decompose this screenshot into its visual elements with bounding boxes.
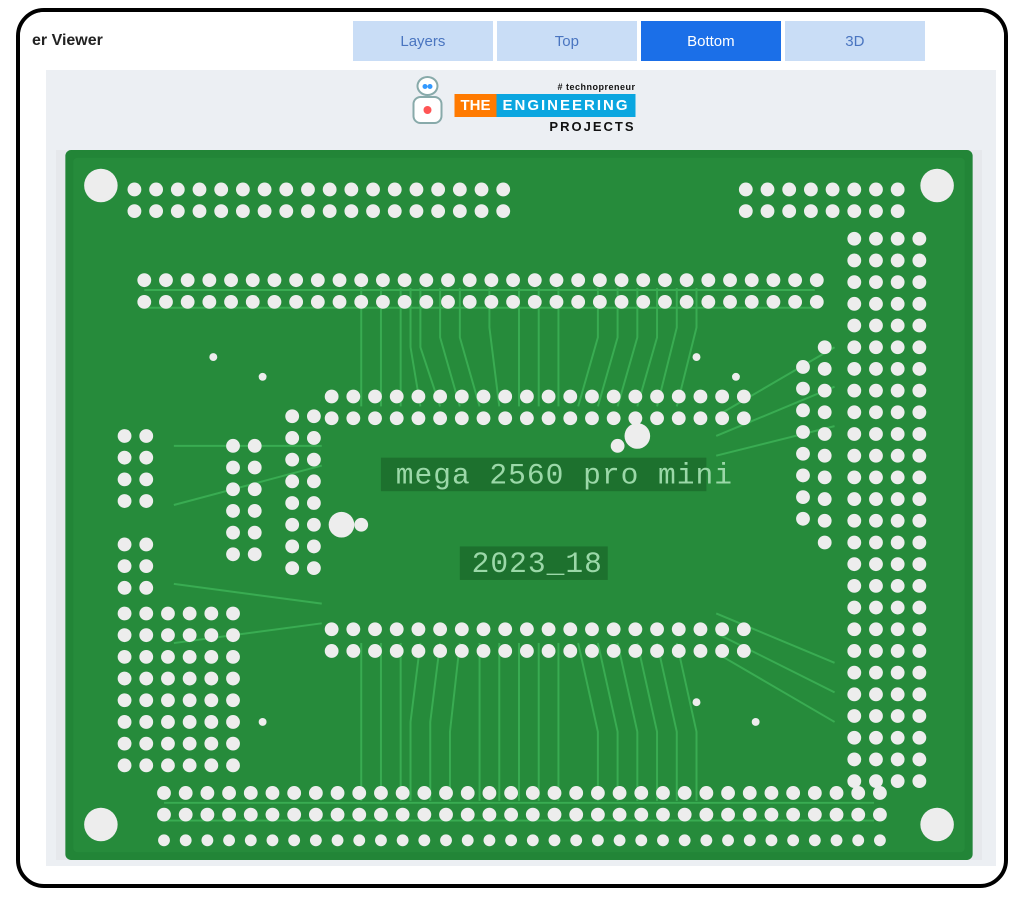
pcb-svg: mega 2560 pro mini 2023_18: [56, 150, 982, 860]
logo-tagline: # technopreneur: [557, 82, 635, 92]
silk-line-2: 2023_18: [472, 547, 603, 581]
tab-top[interactable]: Top: [497, 21, 637, 61]
logo-word-projects: PROJECTS: [549, 119, 635, 134]
tab-bottom[interactable]: Bottom: [641, 21, 781, 61]
silk-line-1: mega 2560 pro mini: [396, 458, 733, 492]
header-bar: er Viewer Layers Top Bottom 3D: [20, 12, 1004, 70]
robot-icon: [406, 76, 448, 134]
pcb-canvas[interactable]: mega 2560 pro mini 2023_18: [56, 150, 982, 860]
tab-layers[interactable]: Layers: [353, 21, 493, 61]
viewer-content: # technopreneur THE ENGINEERING PROJECTS: [46, 70, 996, 866]
page-title: er Viewer: [32, 32, 103, 50]
tab-3d[interactable]: 3D: [785, 21, 925, 61]
logo-word-the: THE: [454, 94, 496, 117]
app-frame: er Viewer Layers Top Bottom 3D # technop…: [16, 8, 1008, 888]
view-tabs: Layers Top Bottom 3D: [353, 21, 925, 61]
logo-word-eng: ENGINEERING: [496, 94, 635, 117]
logo-text: # technopreneur THE ENGINEERING PROJECTS: [454, 82, 635, 134]
site-logo: # technopreneur THE ENGINEERING PROJECTS: [406, 76, 635, 134]
